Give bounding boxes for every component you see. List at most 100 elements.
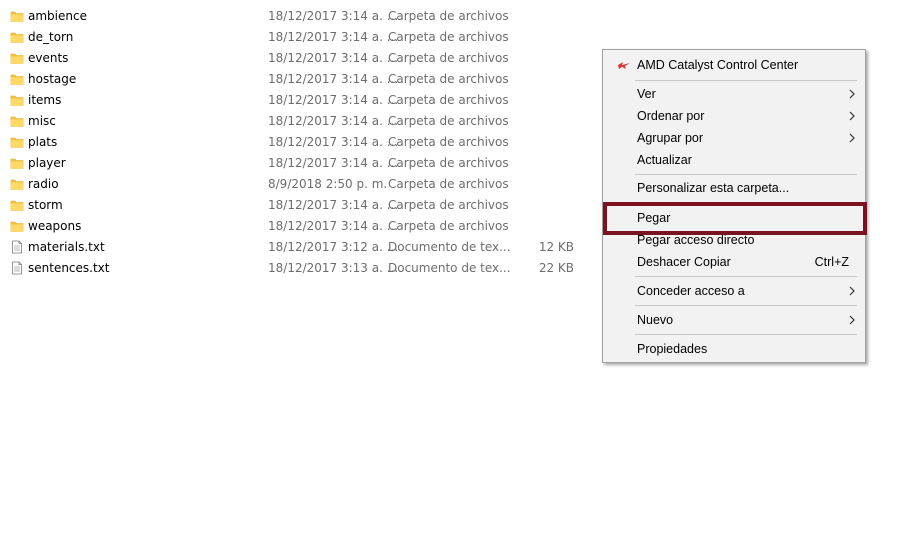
file-row[interactable]: hostage 18/12/2017 3:14 a. ... Carpeta de … <box>0 69 600 90</box>
context-menu: AMD Catalyst Control Center Ver Ordenar … <box>602 49 866 363</box>
file-name: storm <box>28 198 63 212</box>
folder-icon <box>10 72 24 86</box>
file-type: Carpeta de archivos <box>388 198 509 212</box>
chevron-right-icon <box>849 286 855 296</box>
menu-item-ordenar-por[interactable]: Ordenar por <box>605 105 863 127</box>
file-date: 18/12/2017 3:14 a. ... <box>268 219 399 233</box>
file-row[interactable]: materials.txt 18/12/2017 3:12 a. ... Docum… <box>0 237 600 258</box>
file-type: Carpeta de archivos <box>388 177 509 191</box>
menu-label: Ordenar por <box>637 109 705 123</box>
menu-item-propiedades[interactable]: Propiedades <box>605 338 863 360</box>
file-type: Documento de tex... <box>388 261 511 275</box>
file-date: 18/12/2017 3:13 a. ... <box>268 261 399 275</box>
file-date: 18/12/2017 3:14 a. ... <box>268 93 399 107</box>
file-name: hostage <box>28 72 77 86</box>
file-date: 18/12/2017 3:14 a. ... <box>268 30 399 44</box>
menu-separator <box>635 305 857 306</box>
file-size: 22 KB <box>538 261 574 275</box>
menu-separator <box>635 334 857 335</box>
file-date: 18/12/2017 3:12 a. ... <box>268 240 399 254</box>
file-date: 18/12/2017 3:14 a. ... <box>268 72 399 86</box>
folder-icon <box>10 9 24 23</box>
menu-item-pegar[interactable]: Pegar <box>605 207 863 229</box>
menu-separator <box>635 202 857 203</box>
file-date: 18/12/2017 3:14 a. ... <box>268 51 399 65</box>
file-type: Carpeta de archivos <box>388 51 509 65</box>
file-row[interactable]: sentences.txt 18/12/2017 3:13 a. ... Docum… <box>0 258 600 279</box>
menu-label: AMD Catalyst Control Center <box>637 58 799 72</box>
file-row[interactable]: weapons 18/12/2017 3:14 a. ... Carpeta de … <box>0 216 600 237</box>
file-row[interactable]: storm 18/12/2017 3:14 a. ... Carpeta de ar… <box>0 195 600 216</box>
menu-item-actualizar[interactable]: Actualizar <box>605 149 863 171</box>
file-name: materials.txt <box>28 240 105 254</box>
file-date: 18/12/2017 3:14 a. ... <box>268 114 399 128</box>
menu-item-pegar-acceso-directo[interactable]: Pegar acceso directo <box>605 229 863 251</box>
file-row[interactable]: radio 8/9/2018 2:50 p. m. Carpeta de archi… <box>0 174 600 195</box>
file-row[interactable]: items 18/12/2017 3:14 a. ... Carpeta de ar… <box>0 90 600 111</box>
file-row[interactable]: misc 18/12/2017 3:14 a. ... Carpeta de arc… <box>0 111 600 132</box>
file-type: Carpeta de archivos <box>388 135 509 149</box>
file-date: 18/12/2017 3:14 a. ... <box>268 135 399 149</box>
file-type: Carpeta de archivos <box>388 9 509 23</box>
menu-shortcut: Ctrl+Z <box>814 255 849 269</box>
menu-item-deshacer-copiar[interactable]: Deshacer Copiar Ctrl+Z <box>605 251 863 273</box>
file-name: radio <box>28 177 59 191</box>
file-row[interactable]: events 18/12/2017 3:14 a. ... Carpeta de a… <box>0 48 600 69</box>
menu-label: Pegar acceso directo <box>637 233 755 247</box>
file-name: sentences.txt <box>28 261 110 275</box>
text-file-icon <box>10 240 24 254</box>
menu-label: Agrupar por <box>637 131 704 145</box>
folder-icon <box>10 198 24 212</box>
text-file-icon <box>10 261 24 275</box>
menu-item-ver[interactable]: Ver <box>605 83 863 105</box>
file-date: 18/12/2017 3:14 a. ... <box>268 156 399 170</box>
file-size: 12 KB <box>538 240 574 254</box>
amd-catalyst-icon <box>618 62 630 69</box>
file-type: Carpeta de archivos <box>388 72 509 86</box>
menu-item-amd-catalyst[interactable]: AMD Catalyst Control Center <box>605 54 863 76</box>
menu-label: Nuevo <box>637 313 674 327</box>
file-row[interactable]: de_torn 18/12/2017 3:14 a. ... Carpeta de … <box>0 27 600 48</box>
menu-item-personalizar-carpeta[interactable]: Personalizar esta carpeta... <box>605 177 863 199</box>
file-name: de_torn <box>28 30 74 44</box>
file-name: misc <box>28 114 56 128</box>
chevron-right-icon <box>849 315 855 325</box>
file-type: Carpeta de archivos <box>388 114 509 128</box>
menu-label: Pegar <box>637 211 671 225</box>
file-row[interactable]: plats 18/12/2017 3:14 a. ... Carpeta de ar… <box>0 132 600 153</box>
file-row[interactable]: player 18/12/2017 3:14 a. ... Carpeta de a… <box>0 153 600 174</box>
folder-icon <box>10 114 24 128</box>
folder-icon <box>10 156 24 170</box>
menu-label: Actualizar <box>637 153 692 167</box>
file-name: items <box>28 93 62 107</box>
file-type: Carpeta de archivos <box>388 93 509 107</box>
menu-separator <box>635 80 857 81</box>
menu-label: Personalizar esta carpeta... <box>637 181 790 195</box>
file-row[interactable]: ambience 18/12/2017 3:14 a. ... Carpeta de… <box>0 6 600 27</box>
file-date: 18/12/2017 3:14 a. ... <box>268 9 399 23</box>
menu-separator <box>635 174 857 175</box>
file-name: weapons <box>28 219 82 233</box>
file-name: plats <box>28 135 58 149</box>
folder-icon <box>10 219 24 233</box>
file-type: Carpeta de archivos <box>388 219 509 233</box>
chevron-right-icon <box>849 89 855 99</box>
folder-icon <box>10 30 24 44</box>
folder-icon <box>10 51 24 65</box>
chevron-right-icon <box>849 111 855 121</box>
menu-item-nuevo[interactable]: Nuevo <box>605 309 863 331</box>
menu-label: Deshacer Copiar <box>637 255 731 269</box>
menu-label: Propiedades <box>637 342 708 356</box>
menu-separator <box>635 276 857 277</box>
folder-icon <box>10 135 24 149</box>
menu-label: Ver <box>637 87 656 101</box>
file-type: Carpeta de archivos <box>388 30 509 44</box>
menu-item-agrupar-por[interactable]: Agrupar por <box>605 127 863 149</box>
folder-icon <box>10 177 24 191</box>
file-type: Documento de tex... <box>388 240 511 254</box>
file-date: 18/12/2017 3:14 a. ... <box>268 198 399 212</box>
chevron-right-icon <box>849 133 855 143</box>
menu-item-conceder-acceso[interactable]: Conceder acceso a <box>605 280 863 302</box>
folder-icon <box>10 93 24 107</box>
file-list: ambience 18/12/2017 3:14 a. ... Carpeta de… <box>0 6 600 279</box>
